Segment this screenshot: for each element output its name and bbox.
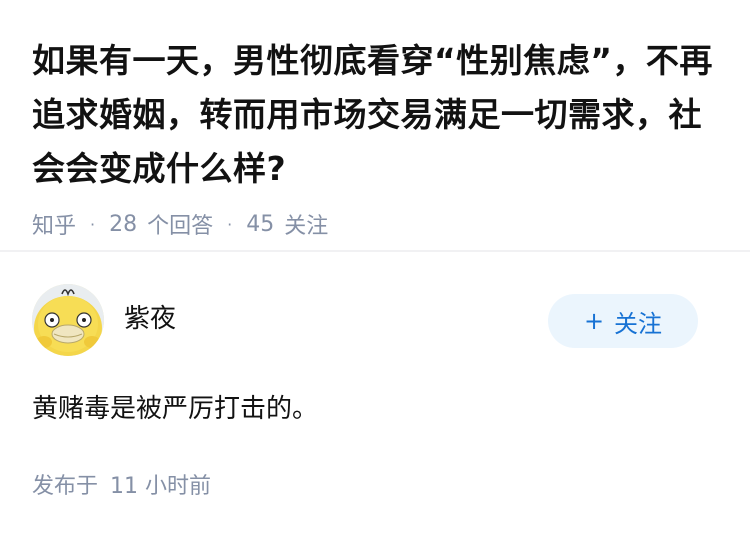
answer-content[interactable]: 黄赌毒是被严厉打击的。 (32, 388, 318, 425)
meta-separator: · (227, 214, 233, 234)
plus-icon: + (583, 307, 605, 335)
source-label[interactable]: 知乎 (32, 208, 76, 240)
question-meta: 知乎 · 28 个回答 · 45 关注 (32, 204, 718, 244)
follow-button-label: 关注 (614, 309, 663, 338)
answers-label[interactable]: 个回答 (147, 208, 213, 240)
published-prefix: 发布于 (32, 474, 99, 499)
avatar[interactable] (32, 284, 104, 356)
question-header: 如果有一天，男性彻底看穿“性别焦虑”，不再追求婚姻，转而用市场交易满足一切需求，… (0, 0, 750, 244)
psyduck-avatar-icon (32, 284, 104, 356)
author-name[interactable]: 紫夜 (124, 298, 176, 335)
followers-count: 45 (246, 211, 275, 237)
published-time: 发布于 11 小时前 (32, 468, 211, 500)
follow-button[interactable]: + 关注 (548, 294, 698, 348)
author-row: 紫夜 + 关注 (32, 284, 718, 356)
meta-separator: · (90, 214, 96, 234)
published-value: 11 小时前 (110, 474, 212, 499)
question-title[interactable]: 如果有一天，男性彻底看穿“性别焦虑”，不再追求婚姻，转而用市场交易满足一切需求，… (32, 34, 718, 196)
followers-label: 关注 (284, 214, 329, 239)
section-divider (0, 250, 750, 252)
answers-count: 28 (109, 211, 138, 237)
